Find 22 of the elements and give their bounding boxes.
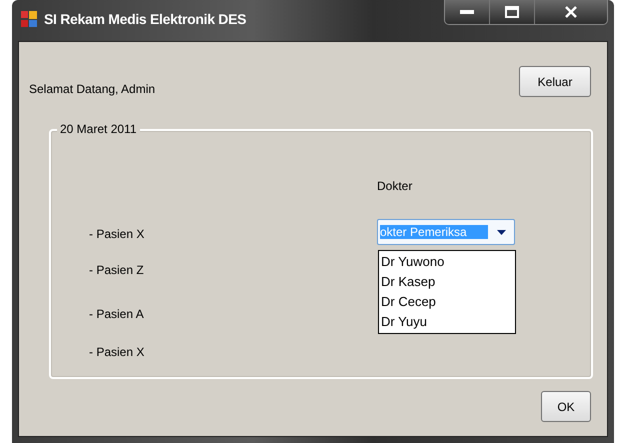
maximize-button[interactable] xyxy=(490,0,535,24)
maximize-icon xyxy=(505,6,519,18)
close-button[interactable] xyxy=(535,0,607,24)
logout-button[interactable]: Keluar xyxy=(519,66,591,97)
patient-name: - Pasien X xyxy=(89,226,146,243)
app-icon xyxy=(20,10,38,28)
dropdown-option[interactable]: Dr Kasep xyxy=(381,272,513,292)
group-title: 20 Maret 2011 xyxy=(57,122,140,136)
patient-name: - Pasien A xyxy=(89,306,145,323)
close-icon xyxy=(564,6,578,18)
minimize-button[interactable] xyxy=(445,0,490,24)
patient-name: - Pasien X xyxy=(89,344,146,361)
greeting-text: Selamat Datang, Admin xyxy=(29,82,156,96)
dropdown-option[interactable]: Dr Yuwono xyxy=(381,252,513,272)
ok-button[interactable]: OK xyxy=(541,391,591,422)
minimize-icon xyxy=(460,9,474,15)
dropdown-option[interactable]: Dr Cecep xyxy=(381,292,513,312)
patient-name: - Pasien Z xyxy=(89,262,145,279)
window-title: SI Rekam Medis Elektronik DES xyxy=(44,11,246,27)
caret-icon xyxy=(497,230,506,234)
dropdown-option[interactable]: Dr Yuyu xyxy=(381,312,513,332)
doctor-label: Dokter xyxy=(377,179,414,193)
